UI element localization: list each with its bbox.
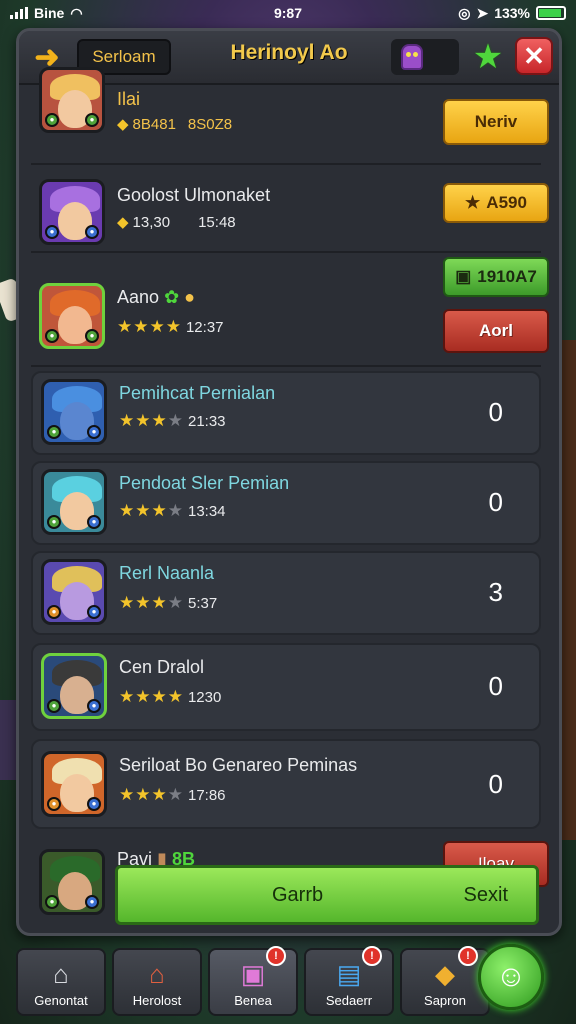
hero-name: Pendoat Sler Pemian [119,473,290,493]
list-item[interactable]: ● ● Rerl Naanla ★★★★ 5:37 3 [31,551,541,635]
battery-icon [536,6,566,20]
hero-stat: 8B481 [132,115,176,133]
shield-icon: ◆ [435,959,455,989]
hero-portrait: ● ● [39,67,105,133]
hero-portrait: ● ● [41,559,107,625]
signal-icon [10,7,28,19]
hero-stat: 1230 [187,688,222,706]
nav-item-heroes[interactable]: ⌂ Herolost [112,948,202,1016]
alarm-icon: ◎ [458,4,471,21]
new-button[interactable]: Neriv [443,99,549,145]
roster-panel: ➜ Serloam Herinoyl Ao ★ ✕ ● ● Ilai ◆ 8B48… [16,28,562,936]
star-rating: ★★★★ [119,785,184,804]
star-rating: ★★★★ [119,593,184,612]
list-item[interactable]: ● ● Seriloat Bo Genareo Peminas ★★★★ 17:8… [31,739,541,829]
hero-portrait: ● ● [39,849,105,915]
notification-badge: ! [362,946,382,966]
hero-count: 0 [488,397,503,427]
star-icon: ★ [465,193,481,212]
book-icon: ▤ [336,959,362,989]
hero-stat: 13:34 [187,502,226,520]
primary-action-right[interactable]: Sexit [464,884,508,907]
close-button[interactable]: ✕ [515,37,553,75]
chat-round-button[interactable]: ☺ [478,944,544,1010]
hero-stat: 12:37 [185,318,224,336]
hero-name: Aano ✿ ● [117,287,196,307]
nav-item-shield[interactable]: ! ◆ Sapron [400,946,490,1016]
hero-name: Rerl Naanla [119,563,215,583]
list-item[interactable]: ● ● Ilai ◆ 8B481 8S0Z8 Neriv [31,67,549,165]
star-rating: ★★★★ [117,317,182,336]
hero-stat: 21:33 [187,412,226,430]
gem-icon: ◆ [117,214,129,231]
hero-count: 0 [488,487,503,517]
hero-name: Goolost Ulmonaket [117,185,271,205]
hero-portrait: ● ● [41,653,107,719]
primary-action-bar[interactable]: Garrb Sexit [115,865,539,925]
hero-stat: 17:86 [187,786,226,804]
hero-name: Seriloat Bo Genareo Peminas [119,755,358,775]
hero-stat: 15:48 [198,213,236,231]
nav-item-home[interactable]: ⌂ Genontat [16,948,106,1016]
chest-icon: ▣ [240,959,266,989]
wifi-icon: ◠ [70,4,83,21]
hero-count: 3 [488,577,503,607]
gold-icon: ◆ [117,116,129,133]
home-icon: ⌂ [53,959,69,989]
price-button[interactable]: ★ A590 [443,183,549,223]
notification-badge: ! [266,946,286,966]
hero-stat: 13,30 [132,213,171,231]
house-icon: ⌂ [149,959,165,989]
status-bar: Bine ◠ 9:87 ◎ ➤ 133% [0,0,576,26]
carrier-label: Bine [34,5,65,21]
list-item[interactable]: ● ● Pendoat Sler Pemian ★★★★ 13:34 0 [31,461,541,545]
star-rating: ★★★★ [119,411,184,430]
monster-avatar-slot[interactable] [391,39,459,75]
clover-icon: ✿ [164,287,180,307]
location-icon: ➤ [476,4,489,21]
hero-stat: 5:37 [187,594,218,612]
hero-portrait: ● ● [41,379,107,445]
nav-item-book[interactable]: ! ▤ Sedaerr [304,946,394,1016]
hero-name: Cen Dralol [119,657,205,677]
hero-portrait: ● ● [39,179,105,245]
chest-icon: ▣ [455,267,472,286]
page-title: Herinoyl Ao [230,41,348,64]
star-rating: ★★★★ [119,501,184,520]
monster-icon [401,44,423,70]
hero-count: 0 [488,671,503,701]
coin-icon: ● [184,287,196,307]
star-rating: ★★★★ [119,687,184,706]
hero-stat: 8S0Z8 [187,115,233,133]
hero-portrait: ● ● [41,751,107,817]
list-item[interactable]: ● ● Aano ✿ ● ★★★★ 12:37 ▣ 1910A7 Aorl [31,255,549,367]
nav-item-chest[interactable]: ! ▣ Benea [208,946,298,1016]
favorite-star-button[interactable]: ★ [471,40,505,75]
hero-name: Ilai [117,89,141,109]
list-item[interactable]: ● ● Goolost Ulmonaket ◆ 13,30 15:48 ★ A590 [31,167,549,253]
list-item[interactable]: ● ● Cen Dralol ★★★★ 1230 0 [31,643,541,731]
close-icon: ✕ [523,40,545,71]
battery-label: 133% [494,5,530,21]
hero-portrait: ● ● [39,283,105,349]
hero-name: Pemihcat Pernialan [119,383,276,403]
action-button[interactable]: Aorl [443,309,549,353]
hero-count: 0 [488,769,503,799]
hero-portrait: ● ● [41,469,107,535]
notification-badge: ! [458,946,478,966]
list-item[interactable]: ● ● Pemihcat Pernialan ★★★★ 21:33 0 [31,371,541,455]
primary-action-left[interactable]: Garrb [272,884,323,907]
chest-button[interactable]: ▣ 1910A7 [443,257,549,297]
chat-icon: ☺ [495,960,527,993]
status-time: 9:87 [273,5,303,21]
